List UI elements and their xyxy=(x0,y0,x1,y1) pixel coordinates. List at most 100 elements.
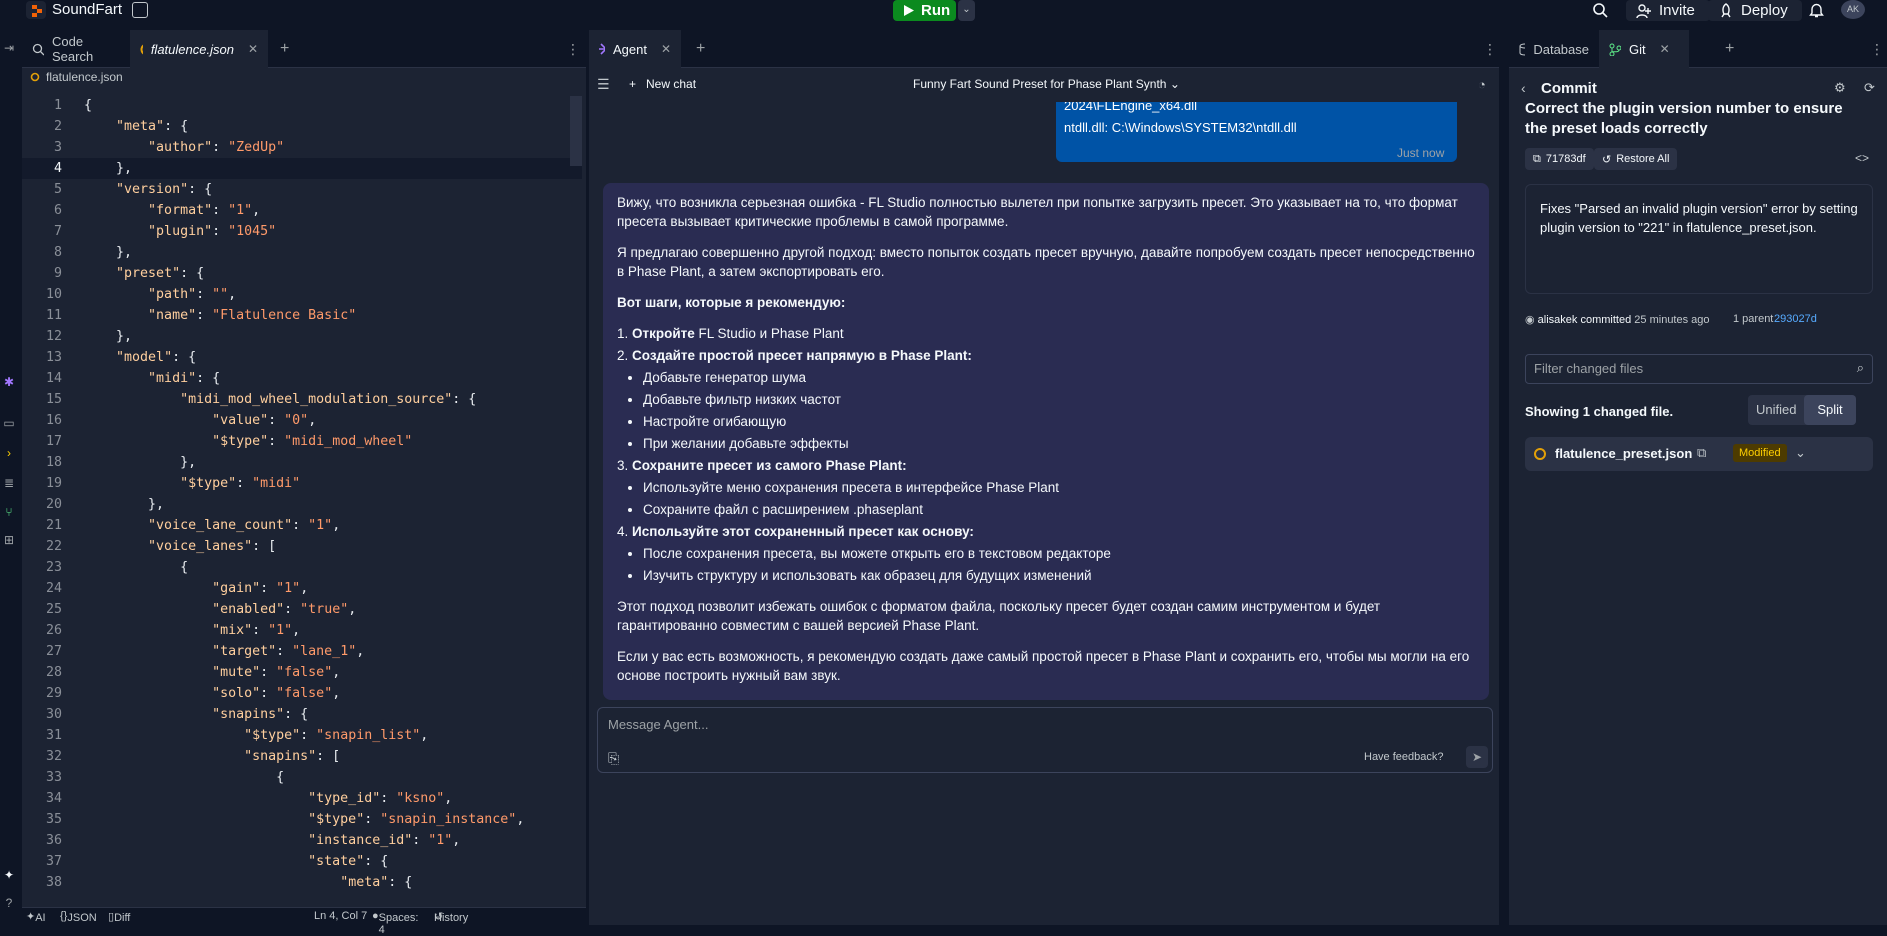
code-line[interactable]: 32 "snapins": [ xyxy=(22,746,582,767)
code-line[interactable]: 13 "model": { xyxy=(22,347,582,368)
code-line[interactable]: 10 "path": "", xyxy=(22,284,582,305)
code-line[interactable]: 36 "instance_id": "1", xyxy=(22,830,582,851)
code-line[interactable]: 27 "target": "lane_1", xyxy=(22,641,582,662)
code-line[interactable]: 3 "author": "ZedUp" xyxy=(22,137,582,158)
breadcrumb-file[interactable]: flatulence.json xyxy=(46,70,123,84)
code-line[interactable]: 22 "voice_lanes": [ xyxy=(22,536,582,557)
avatar[interactable]: AK xyxy=(1841,0,1865,19)
code-view-icon[interactable]: <> xyxy=(1855,151,1869,165)
code-line[interactable]: 29 "solo": "false", xyxy=(22,683,582,704)
code-line[interactable]: 12 }, xyxy=(22,326,582,347)
code-line[interactable]: 6 "format": "1", xyxy=(22,200,582,221)
app-name[interactable]: SoundFart xyxy=(52,1,122,18)
code-line[interactable]: 4 }, xyxy=(22,158,582,179)
code-line[interactable]: 19 "$type": "midi" xyxy=(22,473,582,494)
tab-code-search[interactable]: Code Search xyxy=(22,30,132,68)
chat-title-dropdown[interactable]: Funny Fart Sound Preset for Phase Plant … xyxy=(913,77,1180,91)
copy-icon[interactable]: ⧉ xyxy=(1697,445,1706,461)
code-line[interactable]: 5 "version": { xyxy=(22,179,582,200)
code-line[interactable]: 24 "gain": "1", xyxy=(22,578,582,599)
attach-paperclip-icon[interactable]: ⎘ xyxy=(608,750,619,767)
database-icon[interactable]: ≣ xyxy=(2,476,16,490)
code-line[interactable]: 31 "$type": "snapin_list", xyxy=(22,725,582,746)
shell-icon[interactable]: › xyxy=(2,446,16,460)
help-icon[interactable]: ? xyxy=(2,896,16,910)
run-options-caret[interactable]: ⌄ xyxy=(958,0,975,21)
invite-button[interactable]: Invite xyxy=(1626,0,1710,21)
close-icon[interactable]: ✕ xyxy=(248,42,258,56)
indentation-setting[interactable]: ● Spaces: 4 xyxy=(372,910,418,936)
code-line[interactable]: 26 "mix": "1", xyxy=(22,620,582,641)
code-line[interactable]: 38 "meta": { xyxy=(22,872,582,893)
code-line[interactable]: 28 "mute": "false", xyxy=(22,662,582,683)
more-options-icon[interactable]: ⋮ xyxy=(1870,30,1884,68)
gear-icon[interactable]: ⚙ xyxy=(1834,80,1846,96)
parent-hash-link[interactable]: 293027d xyxy=(1774,313,1817,325)
tab-git[interactable]: Git ✕ xyxy=(1599,30,1689,68)
sparkle-icon[interactable]: ✦ xyxy=(2,868,16,882)
filter-files-input[interactable]: Filter changed files ⌕ xyxy=(1525,354,1873,384)
code-line[interactable]: 23 { xyxy=(22,557,582,578)
apps-grid-icon[interactable]: ⊞ xyxy=(2,533,16,547)
close-icon[interactable]: ✕ xyxy=(661,42,671,56)
new-chat-button[interactable]: + New chat xyxy=(629,77,696,91)
code-line[interactable]: 2 "meta": { xyxy=(22,116,582,137)
app-logo[interactable] xyxy=(26,1,46,19)
chat-list-icon[interactable]: ☰ xyxy=(597,76,610,93)
code-line[interactable]: 21 "voice_lane_count": "1", xyxy=(22,515,582,536)
workspace-icon[interactable] xyxy=(132,2,148,18)
code-line[interactable]: 17 "$type": "midi_mod_wheel" xyxy=(22,431,582,452)
code-editor[interactable]: 1{2 "meta": {3 "author": "ZedUp" 4 }, 5 "v… xyxy=(22,95,582,895)
console-icon[interactable]: ▭ xyxy=(2,416,16,430)
code-line[interactable]: 8 }, xyxy=(22,242,582,263)
agent-icon[interactable]: ✱ xyxy=(2,375,16,389)
code-line[interactable]: 15 "midi_mod_wheel_modulation_source": { xyxy=(22,389,582,410)
code-line[interactable]: 7 "plugin": "1045" xyxy=(22,221,582,242)
code-line[interactable]: 11 "name": "Flatulence Basic" xyxy=(22,305,582,326)
feedback-link[interactable]: Have feedback? xyxy=(1364,751,1444,763)
new-tab-plus-icon[interactable]: + xyxy=(696,30,705,68)
send-button[interactable]: ➤ xyxy=(1466,746,1488,768)
code-line[interactable]: 18 }, xyxy=(22,452,582,473)
split-option[interactable]: Split xyxy=(1804,395,1856,425)
code-line[interactable]: 14 "midi": { xyxy=(22,368,582,389)
git-icon[interactable]: ⑂ xyxy=(2,505,16,519)
ai-toggle[interactable]: ✦ AI xyxy=(26,910,46,924)
changed-file-row[interactable]: flatulence_preset.json ⧉ Modified ⌄ xyxy=(1525,437,1873,471)
language-mode[interactable]: {} JSON xyxy=(60,910,97,924)
code-line[interactable]: 16 "value": "0", xyxy=(22,410,582,431)
close-icon[interactable]: ✕ xyxy=(1660,42,1670,56)
back-chevron-icon[interactable]: ‹ xyxy=(1521,80,1526,96)
search-icon[interactable] xyxy=(1592,2,1608,18)
code-line[interactable]: 35 "$type": "snapin_instance", xyxy=(22,809,582,830)
restore-all-button[interactable]: ↺ Restore All xyxy=(1594,148,1678,170)
code-line[interactable]: 20 }, xyxy=(22,494,582,515)
tab-flatulence-json[interactable]: flatulence.json ✕ xyxy=(130,30,268,68)
history-button[interactable]: History ↺ xyxy=(434,910,468,924)
cursor-position[interactable]: Ln 4, Col 7 xyxy=(314,910,367,922)
notifications-bell-icon[interactable] xyxy=(1809,2,1824,18)
commit-hash-chip[interactable]: ⧉ 71783df xyxy=(1525,148,1594,170)
code-line[interactable]: 9 "preset": { xyxy=(22,263,582,284)
pane-divider[interactable] xyxy=(586,30,589,925)
sidebar-toggle-icon[interactable]: ⇥ xyxy=(2,41,16,55)
commit-author[interactable]: alisakek xyxy=(1538,314,1578,326)
deploy-button[interactable]: Deploy xyxy=(1708,0,1802,21)
agent-settings-icon[interactable]: ◔ xyxy=(1478,77,1486,92)
more-options-icon[interactable]: ⋮ xyxy=(566,30,580,68)
message-input[interactable]: Message Agent... xyxy=(608,717,708,732)
pane-divider[interactable] xyxy=(1499,30,1509,925)
refresh-icon[interactable]: ⟳ xyxy=(1864,80,1875,96)
code-line[interactable]: 25 "enabled": "true", xyxy=(22,599,582,620)
more-options-icon[interactable]: ⋮ xyxy=(1483,30,1497,68)
run-button[interactable]: Run xyxy=(893,0,956,21)
chevron-down-icon[interactable]: ⌄ xyxy=(1795,445,1806,461)
code-line[interactable]: 1{ xyxy=(22,95,582,116)
new-tab-plus-icon[interactable]: + xyxy=(1725,30,1734,68)
diff-toggle[interactable]: ▯ Diff xyxy=(108,910,130,924)
tab-agent[interactable]: Agent ✕ xyxy=(589,30,681,68)
code-line[interactable]: 37 "state": { xyxy=(22,851,582,872)
code-line[interactable]: 34 "type_id": "ksno", xyxy=(22,788,582,809)
tab-database[interactable]: Database xyxy=(1509,30,1599,68)
unified-option[interactable]: Unified xyxy=(1756,402,1796,417)
